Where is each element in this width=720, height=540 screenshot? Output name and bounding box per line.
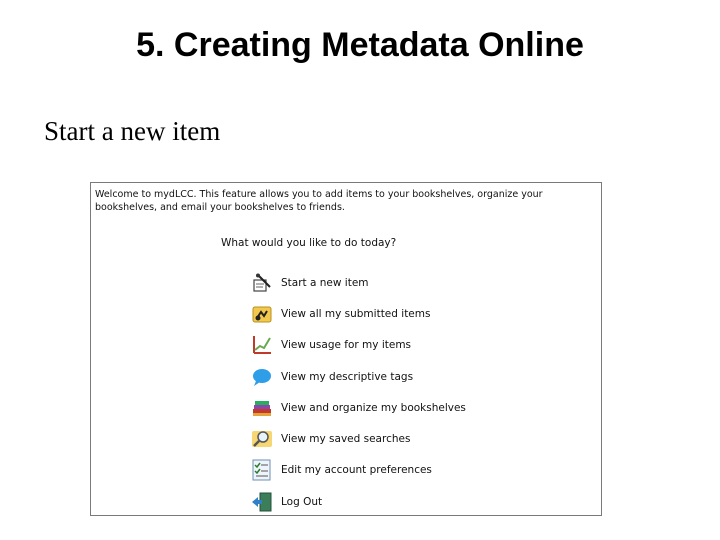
menu-item-label: View my descriptive tags (281, 370, 414, 383)
logout-door-icon (251, 491, 273, 513)
pen-document-icon (251, 272, 273, 294)
welcome-text: Welcome to mydLCC. This feature allows y… (95, 189, 543, 213)
action-menu: Start a new item View all my submitted i… (251, 267, 551, 517)
menu-item-label: View all my submitted items (281, 307, 431, 320)
menu-item-account-preferences[interactable]: Edit my account preferences (251, 455, 551, 486)
menu-item-label: Start a new item (281, 276, 369, 289)
menu-item-log-out[interactable]: Log Out (251, 486, 551, 517)
menu-item-start-new-item[interactable]: Start a new item (251, 267, 551, 298)
menu-item-submitted-items[interactable]: View all my submitted items (251, 298, 551, 329)
speech-bubble-icon (251, 366, 273, 388)
embedded-screenshot: Welcome to mydLCC. This feature allows y… (90, 182, 602, 516)
slide-subtitle: Start a new item (44, 116, 221, 146)
menu-item-label: Edit my account preferences (281, 464, 432, 477)
books-icon (251, 397, 273, 419)
usage-chart-icon (251, 334, 273, 356)
submitted-items-icon (251, 303, 273, 325)
menu-item-saved-searches[interactable]: View my saved searches (251, 423, 551, 454)
menu-item-label: Log Out (281, 495, 323, 508)
magnifier-icon (251, 428, 273, 450)
menu-item-bookshelves[interactable]: View and organize my bookshelves (251, 392, 551, 423)
menu-item-usage[interactable]: View usage for my items (251, 330, 551, 361)
menu-question: What would you like to do today? (221, 237, 397, 249)
slide-title: 5. Creating Metadata Online (136, 26, 584, 64)
menu-item-label: View my saved searches (281, 433, 411, 446)
menu-item-label: View usage for my items (281, 339, 412, 352)
menu-item-tags[interactable]: View my descriptive tags (251, 361, 551, 392)
checklist-icon (251, 459, 273, 481)
menu-item-label: View and organize my bookshelves (281, 401, 466, 414)
